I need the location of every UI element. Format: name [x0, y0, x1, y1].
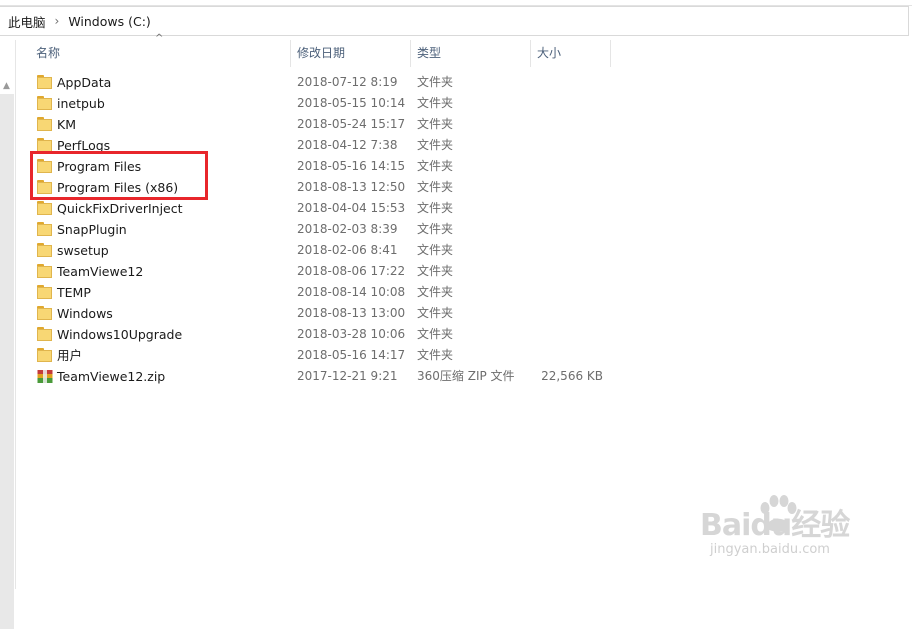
column-header-type[interactable]: 类型 — [407, 40, 527, 67]
file-modified-date: 2018-04-04 15:53 — [297, 201, 406, 215]
address-bar[interactable]: 此电脑 › Windows (C:) — [0, 6, 909, 36]
folder-icon — [37, 243, 53, 258]
file-modified-date: 2018-07-12 8:19 — [297, 75, 398, 89]
folder-icon — [37, 201, 53, 216]
column-header-size-label: 大小 — [537, 46, 562, 60]
file-type: 文件夹 — [417, 285, 454, 299]
file-type: 文件夹 — [417, 180, 454, 194]
file-row[interactable]: AppData 2018-07-12 8:19 文件夹 — [26, 72, 616, 93]
navigation-scrollbar-thumb[interactable] — [0, 94, 14, 629]
breadcrumb-separator: › — [54, 14, 60, 28]
file-type: 文件夹 — [417, 348, 454, 362]
file-modified-date: 2017-12-21 9:21 — [297, 369, 398, 383]
column-header-name[interactable]: 名称 — [26, 40, 290, 67]
folder-icon — [37, 285, 53, 300]
annotation-highlight-box — [30, 151, 208, 200]
file-name: Windows10Upgrade — [57, 327, 183, 342]
baidu-jingyan-watermark: Baidu经验 jingyan.baidu.com — [700, 488, 900, 568]
column-header-row: ^ 名称 修改日期 类型 大小 — [26, 33, 626, 67]
file-type: 文件夹 — [417, 222, 454, 236]
file-row[interactable]: QuickFixDriverInject 2018-04-04 15:53 文件夹 — [26, 198, 616, 219]
file-type: 文件夹 — [417, 264, 454, 278]
folder-icon — [37, 327, 53, 342]
file-row[interactable]: SnapPlugin 2018-02-03 8:39 文件夹 — [26, 219, 616, 240]
folder-icon — [37, 222, 53, 237]
file-name: 用户 — [57, 348, 83, 363]
scroll-up-arrow-icon[interactable]: ▲ — [3, 81, 10, 91]
file-modified-date: 2018-05-15 10:14 — [297, 96, 406, 110]
file-name: TEMP — [57, 285, 91, 300]
file-name: AppData — [57, 75, 112, 90]
column-header-size[interactable]: 大小 — [527, 40, 607, 67]
file-rows: AppData 2018-07-12 8:19 文件夹 inetpub 2018-05-… — [26, 72, 616, 387]
watermark-brand: Baidu经验 — [700, 508, 850, 543]
folder-icon — [37, 96, 53, 111]
file-type: 360压缩 ZIP 文件 — [417, 369, 515, 383]
file-name: swsetup — [57, 243, 109, 258]
navigation-pane: ▲ — [0, 40, 16, 629]
breadcrumb-drive-c[interactable]: Windows (C:) — [66, 14, 152, 29]
file-type: 文件夹 — [417, 243, 454, 257]
folder-icon — [37, 75, 53, 90]
file-type: 文件夹 — [417, 117, 454, 131]
file-type: 文件夹 — [417, 75, 454, 89]
file-size: 22,566 KB — [541, 369, 603, 383]
file-row[interactable]: swsetup 2018-02-06 8:41 文件夹 — [26, 240, 616, 261]
file-name: TeamViewe12.zip — [57, 369, 166, 384]
file-modified-date: 2018-04-12 7:38 — [297, 138, 398, 152]
column-header-date-label: 修改日期 — [297, 46, 346, 60]
file-modified-date: 2018-03-28 10:06 — [297, 327, 406, 341]
file-modified-date: 2018-02-06 8:41 — [297, 243, 398, 257]
file-name: Windows — [57, 306, 113, 321]
file-row[interactable]: KM 2018-05-24 15:17 文件夹 — [26, 114, 616, 135]
watermark-url: jingyan.baidu.com — [710, 542, 830, 557]
column-header-type-label: 类型 — [417, 46, 442, 60]
file-type: 文件夹 — [417, 138, 454, 152]
folder-icon — [37, 348, 53, 363]
file-modified-date: 2018-05-24 15:17 — [297, 117, 406, 131]
column-header-name-label: 名称 — [36, 46, 61, 60]
folder-icon — [37, 264, 53, 279]
file-modified-date: 2018-08-14 10:08 — [297, 285, 406, 299]
breadcrumb-this-pc[interactable]: 此电脑 — [6, 12, 48, 31]
column-divider[interactable] — [610, 40, 611, 67]
file-name: SnapPlugin — [57, 222, 127, 237]
file-row[interactable]: TEMP 2018-08-14 10:08 文件夹 — [26, 282, 616, 303]
folder-icon — [37, 306, 53, 321]
file-modified-date: 2018-08-13 13:00 — [297, 306, 406, 320]
file-row[interactable]: inetpub 2018-05-15 10:14 文件夹 — [26, 93, 616, 114]
file-name: QuickFixDriverInject — [57, 201, 183, 216]
file-row[interactable]: Windows 2018-08-13 13:00 文件夹 — [26, 303, 616, 324]
file-type: 文件夹 — [417, 159, 454, 173]
file-type: 文件夹 — [417, 306, 454, 320]
file-type: 文件夹 — [417, 96, 454, 110]
file-name: TeamViewe12 — [57, 264, 144, 279]
file-row[interactable]: 用户 2018-05-16 14:17 文件夹 — [26, 345, 616, 366]
file-modified-date: 2018-08-13 12:50 — [297, 180, 406, 194]
file-type: 文件夹 — [417, 327, 454, 341]
column-header-date[interactable]: 修改日期 — [287, 40, 407, 67]
file-modified-date: 2018-05-16 14:15 — [297, 159, 406, 173]
zip-archive-icon — [37, 369, 53, 384]
file-name: KM — [57, 117, 76, 132]
file-row[interactable]: TeamViewe12 2018-08-06 17:22 文件夹 — [26, 261, 616, 282]
file-modified-date: 2018-02-03 8:39 — [297, 222, 398, 236]
file-name: inetpub — [57, 96, 105, 111]
file-type: 文件夹 — [417, 201, 454, 215]
file-modified-date: 2018-05-16 14:17 — [297, 348, 406, 362]
folder-icon — [37, 117, 53, 132]
file-row[interactable]: TeamViewe12.zip 2017-12-21 9:21 360压缩 ZIP … — [26, 366, 616, 387]
file-row[interactable]: Windows10Upgrade 2018-03-28 10:06 文件夹 — [26, 324, 616, 345]
file-modified-date: 2018-08-06 17:22 — [297, 264, 406, 278]
